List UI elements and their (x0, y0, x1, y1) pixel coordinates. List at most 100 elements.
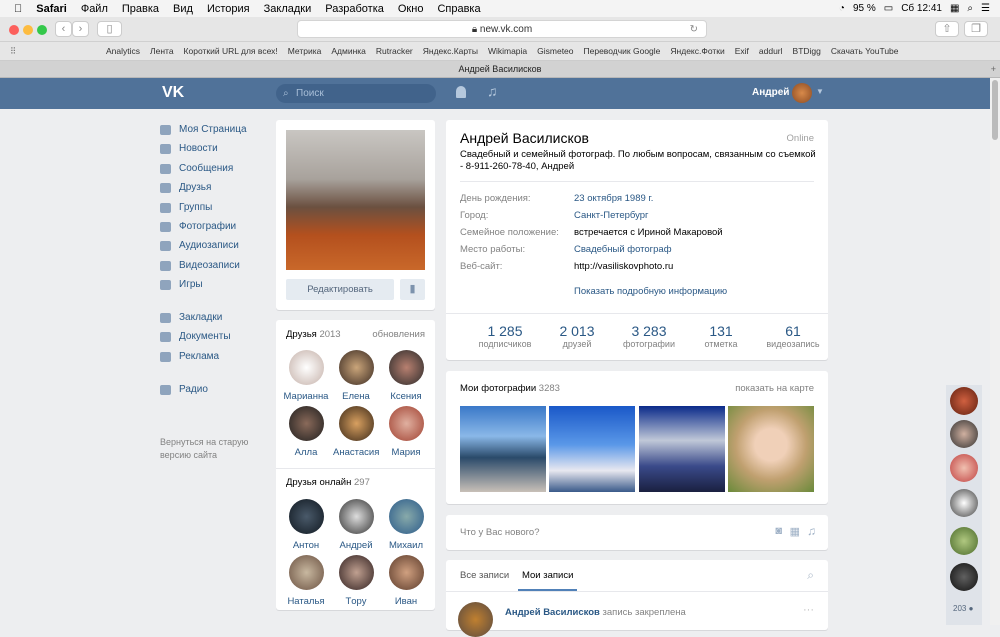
menu-item[interactable]: Правка (122, 3, 159, 15)
show-on-map-link[interactable]: показать на карте (735, 383, 814, 394)
spotlight-icon[interactable]: ⌕ (967, 3, 973, 14)
list-icon[interactable]: ☰ (981, 3, 990, 14)
nav-my-page[interactable]: Моя Страница (160, 120, 270, 139)
notifications-icon[interactable] (456, 86, 466, 98)
post-author-avatar[interactable] (458, 602, 493, 637)
avatar[interactable] (950, 563, 978, 591)
nav-radio[interactable]: Радио (160, 380, 270, 399)
bookmark[interactable]: Админка (331, 46, 366, 56)
close-icon[interactable] (9, 25, 19, 35)
menu-item[interactable]: Окно (398, 3, 424, 15)
minimize-icon[interactable] (23, 25, 33, 35)
nav-video[interactable]: Видеозаписи (160, 256, 270, 275)
forward-button[interactable]: › (72, 21, 89, 37)
city-value[interactable]: Санкт-Петербург (574, 210, 649, 221)
reload-icon[interactable]: ↻ (690, 21, 698, 38)
friend-item[interactable]: Анастасия (333, 406, 379, 458)
sidebar-button[interactable]: ▯ (97, 21, 122, 37)
menu-item[interactable]: Файл (81, 3, 108, 15)
back-button[interactable]: ‹ (55, 21, 72, 37)
counter-tags[interactable]: 131 отметка (685, 323, 757, 349)
search-icon[interactable]: ⌕ (807, 568, 814, 583)
show-more-link[interactable]: Показать подробную информацию (574, 286, 727, 297)
nav-ads[interactable]: Реклама (160, 347, 270, 366)
bookmark[interactable]: BTDigg (793, 46, 821, 56)
music-icon[interactable]: ♫ (487, 83, 498, 99)
nav-bookmarks[interactable]: Закладки (160, 308, 270, 327)
photos-header[interactable]: Мои фотографии 3283 (460, 383, 560, 394)
bookmark[interactable]: Яндекс.Фотки (670, 46, 724, 56)
menu-item[interactable]: Закладки (264, 3, 312, 15)
photo-thumb[interactable] (549, 406, 635, 492)
bookmark[interactable]: Rutracker (376, 46, 413, 56)
user-name[interactable]: Андрей (752, 87, 789, 98)
clock[interactable]: Сб 12:41 (901, 3, 942, 14)
menu-item[interactable]: История (207, 3, 250, 15)
work-value[interactable]: Свадебный фотограф (574, 244, 672, 255)
video-icon[interactable]: ▦ (790, 525, 800, 538)
nav-documents[interactable]: Документы (160, 327, 270, 346)
bookmark[interactable]: Метрика (288, 46, 322, 56)
nav-news[interactable]: Новости (160, 139, 270, 158)
stats-icon[interactable]: ▮ (400, 279, 425, 300)
nav-photos[interactable]: Фотографии (160, 217, 270, 236)
zoom-icon[interactable] (37, 25, 47, 35)
nav-games[interactable]: Игры (160, 275, 270, 294)
nav-audio[interactable]: Аудиозаписи (160, 236, 270, 255)
friend-item[interactable]: Михаил (383, 499, 429, 551)
wifi-icon[interactable]: ◔ (839, 3, 845, 14)
nav-groups[interactable]: Группы (160, 198, 270, 217)
friend-item[interactable]: Иван (383, 555, 429, 607)
music-icon[interactable]: ♫ (807, 524, 816, 538)
chevron-down-icon[interactable]: ▼ (816, 87, 824, 96)
friend-item[interactable]: Марианна (283, 350, 329, 402)
nav-friends[interactable]: Друзья (160, 178, 270, 197)
website-link[interactable]: http://vasiliskovphoto.ru (574, 261, 673, 272)
friend-item[interactable]: Ксения (383, 350, 429, 402)
post-author[interactable]: Андрей Василисков (505, 607, 600, 618)
bookmark[interactable]: Exif (735, 46, 749, 56)
avatar[interactable] (950, 420, 978, 448)
avatar[interactable] (950, 387, 978, 415)
friend-item[interactable]: Алла (283, 406, 329, 458)
avatar[interactable] (950, 489, 978, 517)
edit-button[interactable]: Редактировать (286, 279, 394, 300)
counter-videos[interactable]: 61 видеозапись (757, 323, 829, 349)
menu-item[interactable]: Разработка (325, 3, 384, 15)
tab-my-posts[interactable]: Мои записи (518, 570, 578, 591)
avatar[interactable] (950, 527, 978, 555)
tab-all-posts[interactable]: Все записи (460, 570, 509, 581)
old-version-link[interactable]: Вернуться на старую версию сайта (160, 436, 255, 462)
bookmark[interactable]: Переводчик Google (584, 46, 661, 56)
counter-followers[interactable]: 1 285 подписчиков (469, 323, 541, 349)
post-menu-icon[interactable]: ··· (803, 604, 814, 616)
user-avatar[interactable] (792, 83, 812, 103)
menu-item[interactable]: Справка (437, 3, 480, 15)
updates-link[interactable]: обновления (372, 329, 425, 340)
apple-icon[interactable]:  (14, 3, 22, 15)
online-friends-header[interactable]: Друзья онлайн 297 (286, 477, 370, 488)
share-button[interactable]: ⇧ (935, 21, 959, 37)
vk-logo[interactable]: VK (162, 84, 184, 102)
bookmark[interactable]: Analytics (106, 46, 140, 56)
friend-item[interactable]: Тopy (333, 555, 379, 607)
profile-photo[interactable] (286, 130, 425, 270)
nav-messages[interactable]: Сообщения (160, 159, 270, 178)
grid-icon[interactable]: ⠿ (10, 46, 16, 57)
address-bar[interactable]: 🔒︎ new.vk.com ↻ (297, 20, 707, 38)
friend-item[interactable]: Наталья (283, 555, 329, 607)
new-tab-icon[interactable]: + (991, 61, 996, 78)
online-count[interactable]: 203 ● (953, 604, 973, 613)
scrollbar-thumb[interactable] (992, 80, 998, 140)
bookmark[interactable]: Лента (150, 46, 174, 56)
birthday-value[interactable]: 23 октября 1989 г. (574, 193, 653, 204)
menu-app[interactable]: Safari (36, 3, 67, 15)
scrollbar[interactable] (990, 78, 1000, 625)
photo-thumb[interactable] (639, 406, 725, 492)
bookmark[interactable]: Короткий URL для всех! (184, 46, 278, 56)
bookmark[interactable]: Wikimapia (488, 46, 527, 56)
bookmark[interactable]: Скачать YouTube (831, 46, 899, 56)
battery-icon[interactable]: ▭ (884, 3, 893, 14)
bookmark[interactable]: addurl (759, 46, 783, 56)
counter-friends[interactable]: 2 013 друзей (541, 323, 613, 349)
